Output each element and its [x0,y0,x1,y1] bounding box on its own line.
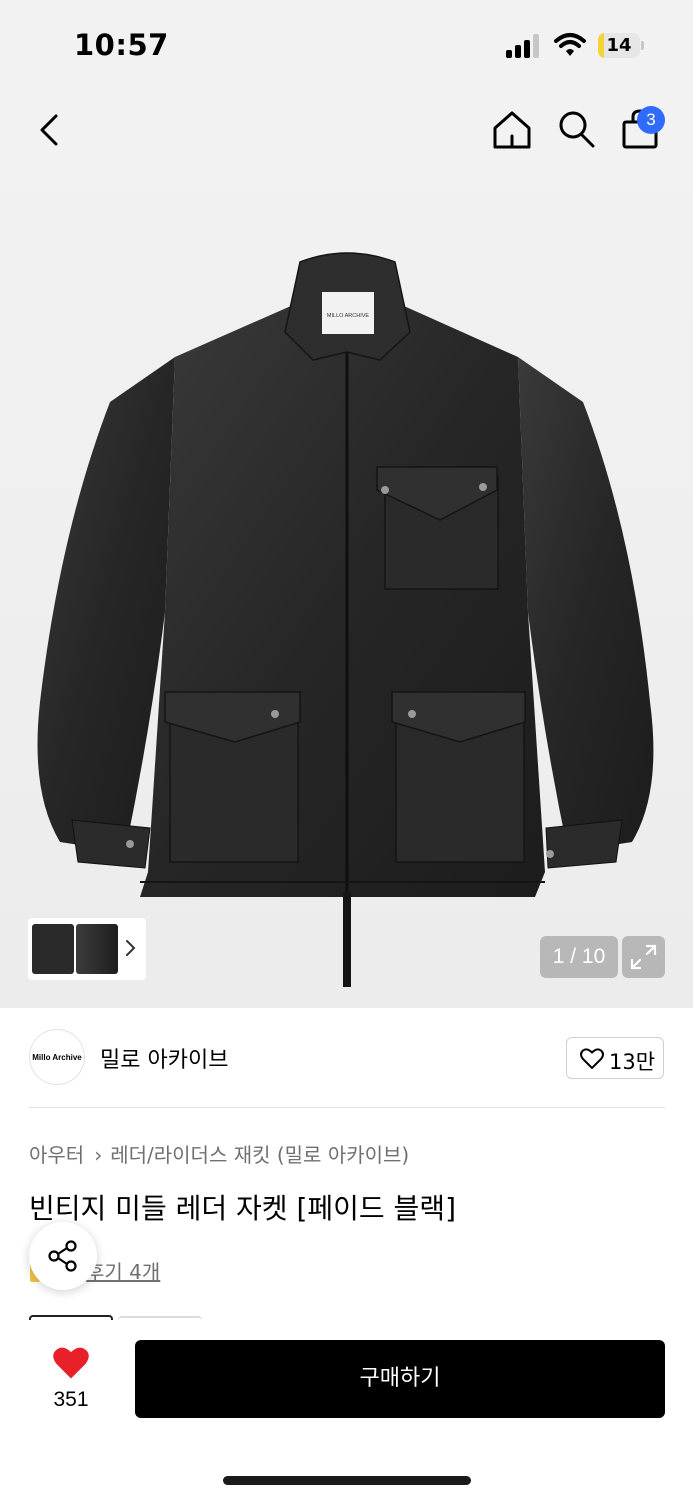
breadcrumb-subcategory[interactable]: 레더/라이더스 재킷 (밀로 아카이브) [110,1143,409,1167]
expand-icon[interactable] [622,936,665,978]
heart-filled-icon [53,1347,89,1379]
breadcrumb-category[interactable]: 아우터 [29,1143,84,1167]
bottom-action-bar: 351 구매하기 [0,1320,693,1500]
battery-level: 14 [606,35,632,56]
thumbnail-2[interactable] [76,924,118,974]
brand-like-count: 13만 [609,1050,656,1074]
search-icon[interactable] [556,108,596,150]
wishlist-button[interactable]: 351 [30,1342,112,1416]
brand-name[interactable]: 밀로 아카이브 [100,1042,228,1074]
cart-count-badge: 3 [637,106,665,134]
status-time: 10:57 [74,28,169,62]
wishlist-count: 351 [53,1388,89,1411]
jacket-label-text: MILLO ARCHIVE [327,313,370,319]
signal-icon [506,34,542,58]
product-gallery[interactable]: MILLO ARCHIVE 3 [0,92,693,1008]
home-indicator [223,1476,471,1485]
back-icon[interactable] [30,110,70,150]
divider [29,1107,665,1108]
heart-outline-icon [580,1048,604,1069]
wifi-icon [554,32,586,58]
status-bar: 10:57 14 [0,0,693,92]
buy-button[interactable]: 구매하기 [135,1340,665,1418]
share-icon [48,1240,77,1272]
breadcrumb: 아우터 › 레더/라이더스 재킷 (밀로 아카이브) [29,1139,409,1168]
image-counter: 1 / 10 [540,936,618,978]
brand-like-button[interactable]: 13만 [566,1037,664,1079]
review-link[interactable]: 후기 4개 [86,1256,160,1285]
battery-icon: 14 [598,33,644,58]
product-image[interactable]: MILLO ARCHIVE [0,232,693,1002]
share-button[interactable] [29,1222,97,1290]
thumbnail-strip[interactable] [28,918,146,980]
product-title: 빈티지 미들 레더 자켓 [페이드 블랙] [29,1192,456,1225]
home-icon[interactable] [490,108,534,152]
brand-logo[interactable]: Millo Archive [29,1029,85,1085]
breadcrumb-separator-icon: › [94,1143,103,1167]
thumbnail-1[interactable] [32,924,74,974]
chevron-right-icon[interactable] [124,936,138,960]
